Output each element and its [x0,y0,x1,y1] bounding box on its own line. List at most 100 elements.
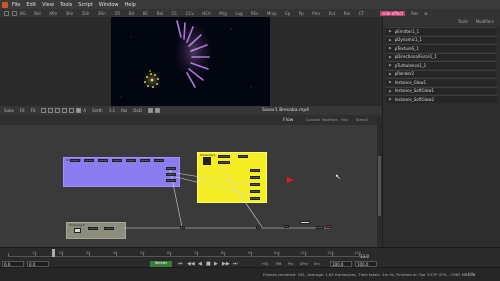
subview-button[interactable]: Subv [4,108,14,113]
fit-button[interactable]: Fit [20,108,25,113]
expand-arrow-icon[interactable]: ▶ [389,38,392,42]
flow-node[interactable] [74,228,81,233]
lock-icon[interactable] [147,108,153,113]
checker-icon[interactable] [48,108,54,113]
tool-lug[interactable]: Lug [235,11,242,16]
tab-tools[interactable]: Tools [458,19,468,24]
flow-node[interactable] [300,221,310,224]
flow-node[interactable] [316,226,324,229]
tool-bol[interactable]: Bol [34,11,40,16]
flow-node[interactable] [70,159,80,162]
tool-cc[interactable]: CC [172,11,178,16]
prx-toggle[interactable]: Prx [288,262,293,266]
tool-row[interactable]: ▶ Instance_SoftGlow2 [386,95,497,103]
tool-blr[interactable]: Blr [129,11,135,16]
channel-a-button[interactable]: A [83,108,86,113]
flow-node[interactable] [88,227,98,230]
tool-bc[interactable]: BC [143,11,148,16]
tool-row[interactable]: ▶ pDynamic1_1 [386,35,497,43]
tool-pmr[interactable]: Pmr [312,11,320,16]
tool-3tl[interactable]: 3Tl [114,11,120,16]
aprx-toggle[interactable]: APrx [300,262,308,266]
roi-button[interactable]: Roi [121,108,127,113]
flow-node[interactable] [250,197,260,200]
tab-modifiers[interactable]: Modifiers [476,19,494,24]
flow-node[interactable] [256,226,261,229]
flow-node[interactable] [250,176,260,179]
tab-w[interactable]: w [424,11,427,16]
stencil-tab[interactable]: Stencil [356,118,368,122]
smooth-button[interactable]: Smth [92,108,103,113]
tool-3rn[interactable]: 3Rn [98,11,106,16]
flow-node[interactable] [250,190,260,193]
flow-tab-label[interactable]: Flow [283,118,293,123]
tool-ep[interactable]: Ep [285,11,290,16]
expand-arrow-icon[interactable]: ▶ [389,89,392,93]
menu-tools[interactable]: Tools [60,2,72,8]
flow-node[interactable] [166,167,176,170]
expand-arrow-icon[interactable]: ▶ [389,46,392,50]
flow-node[interactable] [140,159,150,162]
fit2-button[interactable]: Fit [31,108,36,113]
menu-edit[interactable]: Edit [26,2,36,8]
tool-row[interactable]: ▶ pRender2 [386,69,497,77]
flow-node[interactable] [250,169,260,172]
tool-hcv[interactable]: HCV [202,11,211,16]
view-mode-icon[interactable] [41,108,47,113]
flow-node[interactable] [203,157,211,165]
flow-node[interactable] [104,227,114,230]
menu-window[interactable]: Window [99,2,119,8]
stereo-icon[interactable] [154,108,160,113]
flow-node[interactable] [166,173,176,176]
tool-rct[interactable]: Rct [329,11,336,16]
sm-toggle[interactable]: Sm [314,262,320,266]
saver-node[interactable] [326,225,331,228]
flow-node[interactable] [218,155,230,158]
tool-rle[interactable]: Rle [344,11,350,16]
flow-node[interactable] [284,225,289,228]
tool-bol2[interactable]: Bol [157,11,163,16]
tool-mmp[interactable]: Mmp [267,11,277,16]
tool-ccv[interactable]: CCv [186,11,194,16]
flow-node[interactable] [84,159,94,162]
flow-node[interactable] [126,159,136,162]
tool-row[interactable]: ▶ pDirectionalForce1_1 [386,52,497,60]
select-icon[interactable] [12,10,17,16]
flow-node[interactable] [250,183,260,186]
time-ruler[interactable]: 10 20 30 40 50 60 70 80 90 100 110 120 1… [8,251,368,257]
tool-3im[interactable]: 3Im [66,11,74,16]
tool-row[interactable]: ▶ Instance_SoftGlow1 [386,86,497,94]
scale-button[interactable]: 1:1 [109,108,115,113]
hist-tab[interactable]: Hist [341,118,348,122]
playhead[interactable] [52,249,55,257]
mb-toggle[interactable]: MB [276,262,281,266]
dod-button[interactable]: DoD [133,108,142,113]
flow-node[interactable] [238,155,248,158]
tool-row[interactable]: ▶ pEmitter1_1 [386,27,497,35]
roi-icon[interactable] [69,108,75,113]
menu-script[interactable]: Script [78,2,93,8]
tool-row[interactable]: ▶ pTurbulence1_1 [386,61,497,69]
expand-arrow-icon[interactable]: ▶ [389,97,392,101]
tab-res[interactable]: Res [411,11,418,16]
flow-node[interactable] [112,159,122,162]
expand-arrow-icon[interactable]: ▶ [389,63,392,67]
tool-pev[interactable]: PEv [251,11,258,16]
pointer-icon[interactable] [4,10,9,16]
tool-row[interactable]: ▶ pTextureS_1 [386,44,497,52]
viewer[interactable] [111,17,270,106]
menu-help[interactable]: Help [125,2,136,8]
flow-view[interactable]: Underlay1 Underlay2 Underlay3 [0,125,382,247]
flow-node[interactable] [166,179,176,182]
expand-arrow-icon[interactable]: ▶ [389,80,392,84]
flow-node[interactable] [98,159,108,162]
tool-bg[interactable]: BG [20,11,26,16]
menu-file[interactable]: File [12,2,20,8]
tool-mrg[interactable]: Mrg [219,11,227,16]
hiq-toggle[interactable]: HiQ [262,262,268,266]
flow-node[interactable] [180,226,185,229]
tool-3sh[interactable]: 3Sh [82,11,90,16]
expand-arrow-icon[interactable]: ▶ [389,29,392,33]
guides-icon[interactable] [55,108,61,113]
tool-pp[interactable]: Pp [299,11,304,16]
